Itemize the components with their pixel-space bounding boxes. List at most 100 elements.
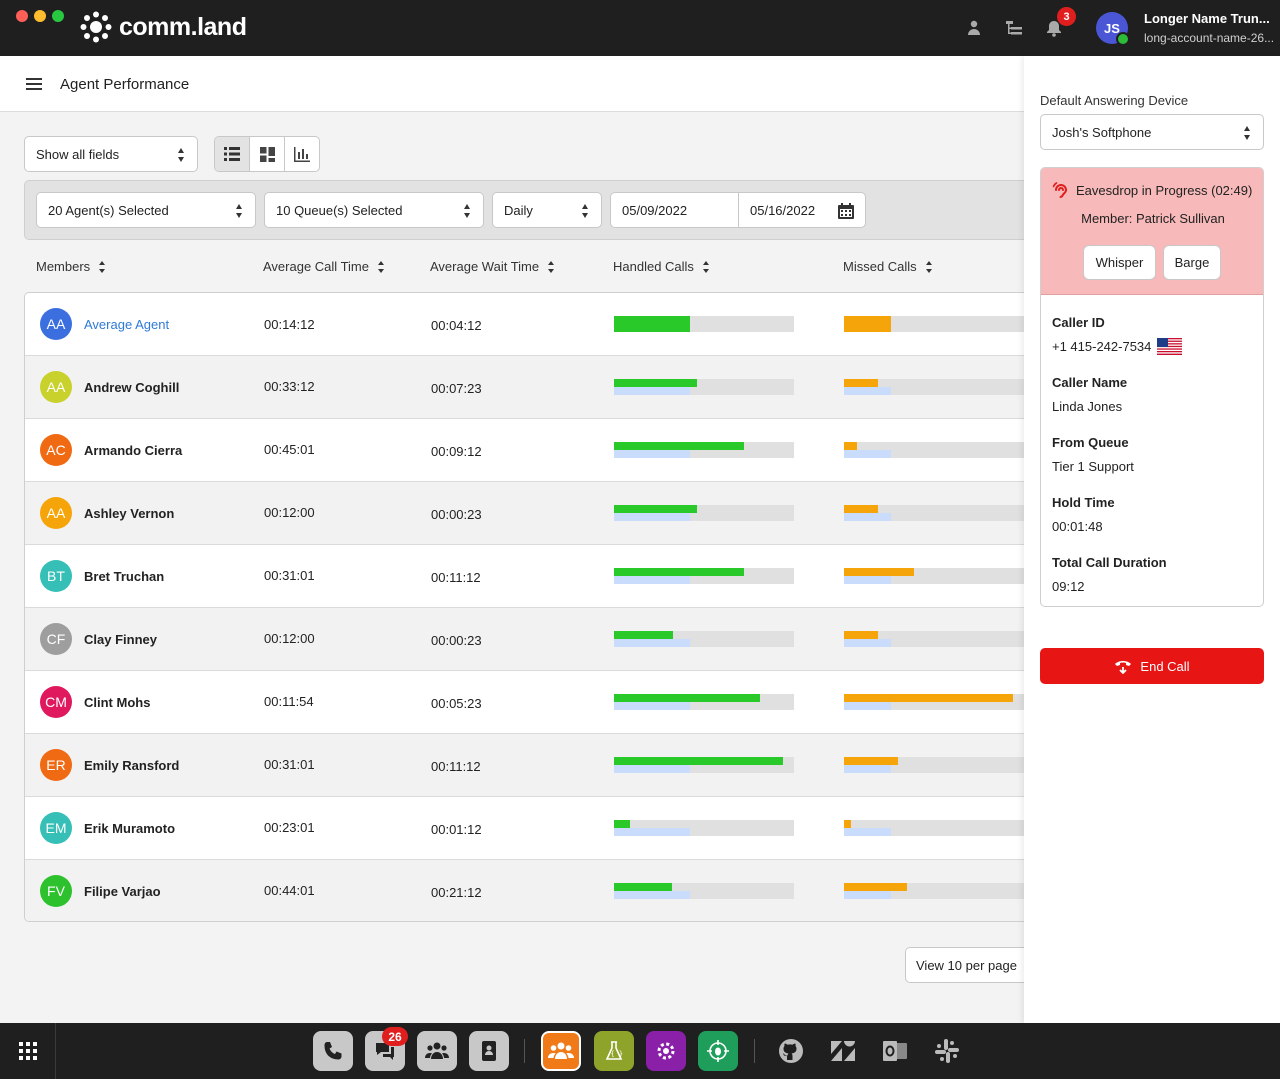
table-row[interactable]: CM Clint Mohs 00:11:54 00:05:23 [25,671,1024,734]
handled-calls-bar-average-fill [614,639,690,647]
github-app[interactable] [777,1037,805,1065]
member-name: Ashley Vernon [84,506,175,521]
outlook-app[interactable] [881,1037,909,1065]
grid-view-button[interactable] [250,137,285,171]
user-name[interactable]: Longer Name Trun... [1144,11,1270,26]
handled-calls-bar [614,694,794,710]
member-name[interactable]: Average Agent [84,317,169,332]
bar-chart-icon [294,146,310,162]
missed-calls-bar [844,316,1024,332]
agent-performance-app[interactable] [541,1031,581,1071]
missed-calls-bar-average-fill [844,450,891,458]
column-header-members[interactable]: Members [36,259,106,274]
table-row[interactable]: FV Filipe Varjao 00:44:01 00:21:12 [25,860,1024,921]
brand-logo[interactable]: comm.land [80,11,247,43]
average-wait-time: 00:00:23 [431,633,482,648]
team-icon [425,1042,449,1059]
average-wait-time: 00:05:23 [431,696,482,711]
date-from-input[interactable]: 05/09/2022 [610,192,739,228]
missed-calls-bar [844,631,1024,647]
app-dock: 26 { } [0,1023,1280,1079]
table-row[interactable]: EM Erik Muramoto 00:23:01 00:01:12 [25,797,1024,860]
missed-calls-bar [844,379,1024,395]
settings-app[interactable] [646,1031,686,1071]
avatar: ER [40,749,72,781]
average-wait-time: 00:01:12 [431,822,482,837]
contacts-app[interactable] [469,1031,509,1071]
slack-app[interactable] [933,1037,961,1065]
agents-select-value: 20 Agent(s) Selected [48,202,169,218]
view-toggle [214,136,320,172]
date-to-input[interactable]: 05/16/2022 [738,192,866,228]
table-row[interactable]: AC Armando Cierra 00:45:01 00:09:12 [25,419,1024,482]
phone-app[interactable] [313,1031,353,1071]
agents-table: AA Average Agent 00:14:12 00:04:12 AA Andrew … [24,292,1024,922]
table-row[interactable]: ER Emily Ransford 00:31:01 00:11:12 [25,734,1024,797]
table-row[interactable]: AA Ashley Vernon 00:12:00 00:00:23 [25,482,1024,545]
member-name: Emily Ransford [84,758,180,773]
missed-calls-bar-fill [844,694,1013,702]
average-wait-time: 00:04:12 [431,318,482,333]
period-select[interactable]: Daily [492,192,602,228]
average-call-time: 00:12:00 [264,631,315,646]
menu-icon[interactable] [26,78,42,90]
table-row[interactable]: AA Average Agent 00:14:12 00:04:12 [25,293,1024,356]
fields-select[interactable]: Show all fields [24,136,198,172]
dock-divider [55,1023,56,1079]
avatar: AC [40,434,72,466]
column-header-missed-calls[interactable]: Missed Calls [843,259,933,274]
logo-mark-icon [80,11,112,43]
missed-calls-bar [844,505,1024,521]
window-minimize-button[interactable] [34,10,46,22]
agents-select[interactable]: 20 Agent(s) Selected [36,192,256,228]
calendar-icon[interactable] [838,203,854,219]
barge-button[interactable]: Barge [1163,245,1221,280]
gear-icon [657,1042,675,1060]
from-queue-label: From Queue [1052,435,1129,450]
agents-status-button[interactable] [963,17,985,39]
per-page-value: View 10 per page [916,957,1017,973]
missed-calls-bar-fill [844,883,907,891]
column-header-handled-calls[interactable]: Handled Calls [613,259,710,274]
average-wait-time: 00:09:12 [431,444,482,459]
team-app[interactable] [417,1031,457,1071]
handled-calls-bar-fill [614,883,672,891]
zendesk-app[interactable] [829,1037,857,1065]
missed-calls-bar-fill [844,442,857,450]
table-row[interactable]: BT Bret Truchan 00:31:01 00:11:12 [25,545,1024,608]
average-wait-time: 00:11:12 [431,570,481,585]
list-icon [224,147,240,161]
window-close-button[interactable] [16,10,28,22]
average-wait-time: 00:21:12 [431,885,482,900]
average-wait-time: 00:11:12 [431,759,481,774]
column-header-average-wait-time[interactable]: Average Wait Time [430,259,555,274]
device-select[interactable]: Josh's Softphone [1040,114,1264,150]
list-view-button[interactable] [215,137,250,171]
per-page-select[interactable]: View 10 per page [905,947,1025,983]
missed-calls-bar-fill [844,379,878,387]
total-duration-label: Total Call Duration [1052,555,1167,570]
outlook-icon [883,1041,907,1061]
end-call-button[interactable]: End Call [1040,648,1264,684]
handled-calls-bar-fill [614,631,673,639]
whisper-button[interactable]: Whisper [1083,245,1156,280]
column-header-average-call-time[interactable]: Average Call Time [263,259,385,274]
handled-calls-bar-fill [614,505,697,513]
queues-select[interactable]: 10 Queue(s) Selected [264,192,484,228]
agents-icon [968,20,980,35]
people-group-icon [548,1042,574,1059]
table-row[interactable]: AA Andrew Coghill 00:33:12 00:07:23 [25,356,1024,419]
missed-calls-bar [844,568,1024,584]
hierarchy-button[interactable] [1003,17,1025,39]
table-row[interactable]: CF Clay Finney 00:12:00 00:00:23 [25,608,1024,671]
avatar: CM [40,686,72,718]
handled-calls-bar-fill [614,568,744,576]
notifications-badge: 3 [1057,7,1076,26]
app-launcher-icon[interactable] [19,1042,37,1060]
missed-calls-bar-fill [844,316,891,332]
average-wait-time: 00:07:23 [431,381,482,396]
debug-app[interactable] [698,1031,738,1071]
chart-view-button[interactable] [285,137,319,171]
lab-app[interactable]: { } [594,1031,634,1071]
window-zoom-button[interactable] [52,10,64,22]
